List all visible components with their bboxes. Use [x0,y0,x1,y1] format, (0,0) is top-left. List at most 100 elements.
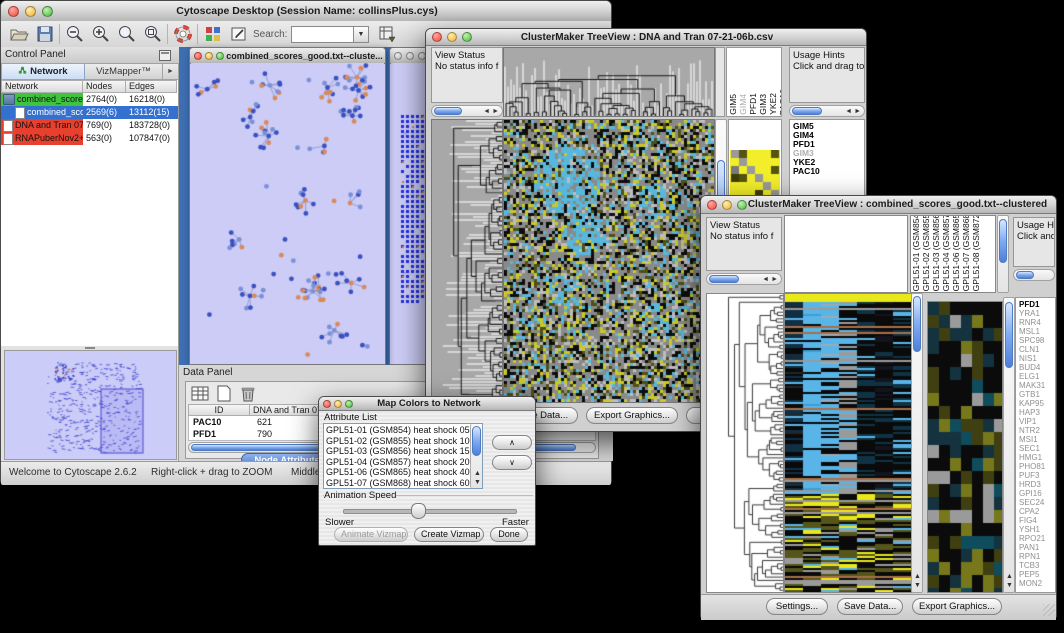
gene-label[interactable]: PHO81 [1019,462,1055,471]
attribute-list-item[interactable]: GPL51-01 (GSM854) heat shock 05 min [326,425,480,436]
minimize-button[interactable] [406,52,414,60]
network-table-row[interactable]: combined_sco2569(6)13112(15) [1,106,178,119]
zoom-selected-icon[interactable] [143,24,163,44]
network-table-row[interactable]: DNA and Tran 07769(0)183728(0) [1,119,178,132]
minimize-button[interactable] [447,32,457,42]
zoom-button[interactable] [737,200,747,210]
gene-label[interactable]: BUD4 [1019,363,1055,372]
column-dendrogram-area[interactable] [784,215,908,293]
scrollbar-thumb[interactable] [472,426,481,456]
gene-label[interactable]: SEC24 [1019,498,1055,507]
help-ring-icon[interactable] [173,24,193,44]
attribute-table-icon[interactable] [190,385,210,402]
zoom-button[interactable] [345,400,353,408]
minimize-button[interactable] [722,200,732,210]
main-title-bar[interactable]: Cytoscape Desktop (Session Name: collins… [1,1,611,22]
gene-label[interactable]: PAN1 [1019,543,1055,552]
similarity-heatmap-canvas[interactable] [730,150,780,198]
heatmap-canvas[interactable] [503,119,715,403]
move-up-button[interactable]: ∧ [492,435,532,450]
gene-label[interactable]: RPN1 [1019,552,1055,561]
gene-label[interactable]: TCB3 [1019,561,1055,570]
network-table-row[interactable]: RNAPuberNov2+563(0)107847(0) [1,132,178,145]
gene-label[interactable]: YSH1 [1019,525,1055,534]
dendrogram-scroll-strip[interactable] [715,47,725,117]
gene-label[interactable]: CPA2 [1019,507,1055,516]
row-dendrogram-canvas[interactable] [431,119,503,403]
gene-label[interactable]: ELG1 [1019,372,1055,381]
id-column-header[interactable]: ID [188,404,250,416]
attribute-list-item[interactable]: GPL51-02 (GSM855) heat shock 10 min [326,436,480,447]
zoom-button[interactable] [462,32,472,42]
scroll-down-icon[interactable]: ▼ [914,582,921,589]
scroll-down-icon[interactable]: ▼ [1006,582,1013,589]
resize-grip[interactable] [1043,604,1055,616]
tab-network[interactable]: Network [1,63,85,80]
scroll-up-icon[interactable]: ▲ [1006,573,1013,580]
export-graphics-button[interactable]: Export Graphics... [912,598,1002,615]
treeview2-title-bar[interactable]: ClusterMaker TreeView : combined_scores_… [701,196,1056,214]
zoom-out-icon[interactable] [65,24,85,44]
delete-attribute-trash-icon[interactable] [238,385,258,402]
close-button[interactable] [323,400,331,408]
attribute-list-item[interactable]: GPL51-06 (GSM865) heat shock 40 min [326,467,480,478]
minimize-button[interactable] [25,6,36,17]
speed-slider-thumb[interactable] [411,503,426,519]
column-label[interactable]: GPL51-03 (GSM856) [932,215,941,291]
scrollbar-thumb[interactable] [434,107,462,115]
scroll-right-icon[interactable]: ► [854,108,861,115]
column-label[interactable]: GPL51-07 (GSM868) [962,215,971,291]
gene-label[interactable]: PUF3 [1019,471,1055,480]
column-label[interactable]: GIM4 [739,94,748,115]
gene-label[interactable]: SEC1 [1019,444,1055,453]
gene-label[interactable]: MSL1 [1019,327,1055,336]
scrollbar-thumb[interactable] [913,296,921,352]
column-label[interactable]: GPL51-08 (GSM872) [972,215,981,291]
scroll-up-icon[interactable]: ▲ [474,470,481,477]
gene-label[interactable]: RPO21 [1019,534,1055,543]
tab-vizmapper[interactable]: VizMapper™ [85,63,163,80]
column-labels-vscrollbar[interactable] [997,215,1009,293]
zoom-button[interactable] [42,6,53,17]
column-label[interactable]: YKE2 [769,93,778,115]
column-label[interactable]: GIM5 [729,94,738,115]
scrollbar-thumb[interactable] [1016,271,1034,279]
move-down-button[interactable]: ∨ [492,455,532,470]
zoom-fit-icon[interactable] [117,24,137,44]
scroll-right-icon[interactable]: ► [492,108,499,115]
create-vizmap-button[interactable]: Create Vizmap [414,527,484,542]
network-table-row[interactable]: combined_scores2764(0)16218(0) [1,93,178,106]
gene-label[interactable]: VIP1 [1019,417,1055,426]
column-label[interactable]: GPL51-04 (GSM857) [942,215,951,291]
zoomed-heatmap-canvas[interactable] [927,301,1003,593]
close-button[interactable] [432,32,442,42]
column-label[interactable]: GPL51-02 (GSM855) [922,215,931,291]
view-status-hscrollbar[interactable]: ◄ ► [706,273,782,285]
gene-label[interactable]: GPI16 [1019,489,1055,498]
gene-label[interactable]: MAK31 [1019,381,1055,390]
speed-slider-track[interactable] [343,509,517,514]
scroll-right-icon[interactable]: ► [771,276,778,283]
gene-label[interactable]: HMG1 [1019,453,1055,462]
tab-overflow-button[interactable]: ► [163,63,179,80]
attribute-browser-icon[interactable] [377,24,397,44]
new-attribute-icon[interactable] [214,385,234,402]
column-label[interactable]: PAC10 [779,89,782,115]
view-status-hscrollbar[interactable]: ◄ ► [431,105,503,117]
attribute-list-vscrollbar[interactable]: ▲ ▼ [470,424,482,488]
heatmap-canvas[interactable] [784,293,912,593]
usage-hints-hscrollbar[interactable]: ◄ ► [789,105,865,117]
splitter-handle[interactable] [85,347,95,349]
dialog-title-bar[interactable]: Map Colors to Network [319,397,535,411]
gene-label[interactable]: FIG4 [1019,516,1055,525]
gene-label[interactable]: KAP95 [1019,399,1055,408]
scrollbar-thumb[interactable] [999,219,1007,263]
animate-vizmap-button[interactable]: Animate Vizmap [334,527,408,542]
attribute-list-item[interactable]: GPL51-04 (GSM857) heat shock 20 min [326,457,480,468]
float-panel-icon[interactable] [159,50,171,61]
search-input[interactable] [291,26,355,43]
usage-hints-hscrollbar[interactable] [1013,269,1055,281]
scroll-left-icon[interactable]: ◄ [845,108,852,115]
zoom-in-icon[interactable] [91,24,111,44]
gene-label[interactable]: PEP5 [1019,570,1055,579]
